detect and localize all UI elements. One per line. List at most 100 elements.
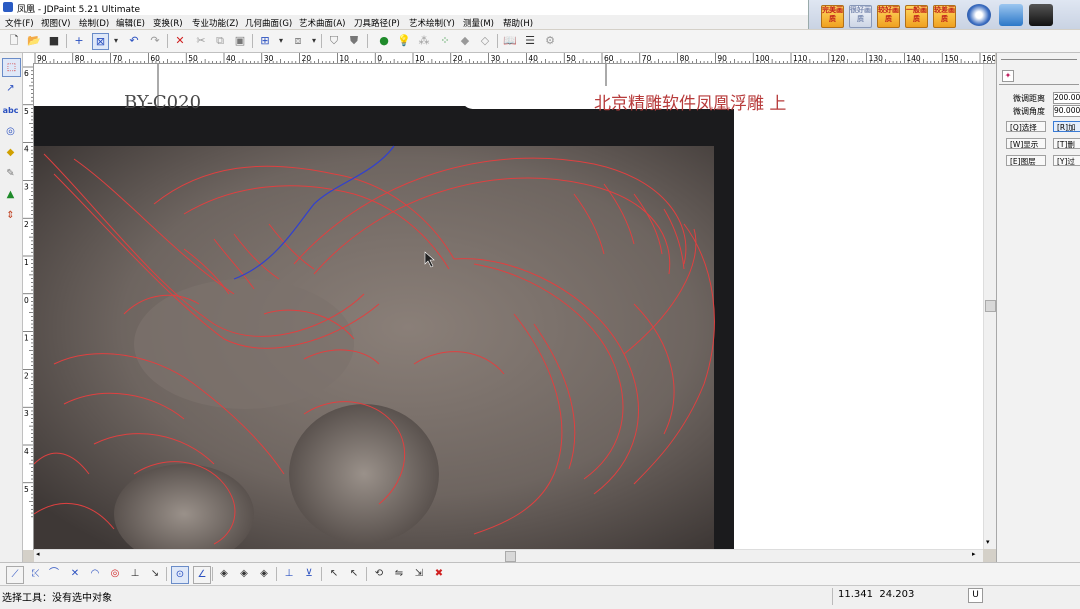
snap-angle-icon[interactable]: ∠ bbox=[193, 566, 211, 584]
ruler-label: 2 bbox=[24, 371, 29, 380]
scroll-down-icon[interactable]: ▾ bbox=[986, 538, 990, 546]
lightbulb-icon[interactable]: 💡 bbox=[396, 33, 412, 49]
fillet-tool-icon[interactable]: ⌒ bbox=[46, 566, 62, 582]
perpendicular-tool-icon[interactable]: ⊥ bbox=[127, 566, 143, 582]
scroll-right-icon[interactable]: ▸ bbox=[972, 550, 976, 558]
ruler-label: 30 bbox=[264, 54, 274, 63]
status-mode-indicator[interactable]: U bbox=[968, 588, 983, 603]
ruler-tool-icon[interactable]: ◆ bbox=[2, 144, 19, 161]
select-icon[interactable]: ⬚ bbox=[2, 58, 21, 77]
ruler-label: 30 bbox=[491, 54, 501, 63]
pointer-cross-icon[interactable]: ↖ bbox=[326, 566, 342, 582]
vertical-scroll-thumb[interactable] bbox=[985, 300, 996, 312]
transform-tool-icon[interactable]: ◎ bbox=[2, 123, 19, 140]
line-tool-icon[interactable]: ⟋ bbox=[6, 566, 24, 584]
mirror-icon[interactable]: ⇋ bbox=[391, 566, 407, 582]
grid-icon[interactable]: ⊞ bbox=[257, 33, 273, 49]
show-key-button[interactable]: [W]显示 bbox=[1006, 138, 1046, 149]
circle-tool-icon[interactable]: ◎ bbox=[107, 566, 123, 582]
display-icon[interactable] bbox=[1029, 4, 1053, 26]
select-key-button[interactable]: [Q]选择 bbox=[1006, 121, 1046, 132]
panel-tab-icon[interactable]: ✦ bbox=[1002, 70, 1014, 82]
node-edit-tool-icon[interactable]: ↗ bbox=[2, 80, 19, 97]
menu-help[interactable]: 帮助(H) bbox=[503, 17, 533, 29]
book-icon[interactable]: 📖 bbox=[502, 33, 518, 49]
menu-pro[interactable]: 专业功能(Z) bbox=[192, 17, 238, 29]
menu-measure[interactable]: 测量(M) bbox=[463, 17, 494, 29]
drawing-canvas[interactable]: BY-C020 北京精雕软件凤凰浮雕 上 bbox=[34, 64, 983, 549]
quality-perfect-button[interactable]: 完美画质 bbox=[821, 5, 844, 28]
multi-node-icon[interactable]: ⁂ bbox=[416, 33, 432, 49]
horizontal-scrollbar[interactable]: ◂ ▸ bbox=[34, 549, 983, 562]
node-diamond-icon[interactable]: ◈ bbox=[256, 566, 272, 582]
align-icon[interactable]: ⊻ bbox=[301, 566, 317, 582]
menu-art-draw[interactable]: 艺术绘制(Y) bbox=[409, 17, 455, 29]
ruler-label: 20 bbox=[302, 54, 312, 63]
filter-key-button[interactable]: [Y]过 bbox=[1053, 155, 1080, 166]
quality-poor-button[interactable]: 较差画质 bbox=[933, 5, 956, 28]
nudge-angle-field[interactable]: 90.000 bbox=[1053, 105, 1080, 117]
delete-key-button[interactable]: [T]删 bbox=[1053, 138, 1080, 149]
text-tool-icon[interactable]: abc bbox=[2, 102, 19, 119]
pointer-cross-icon[interactable]: ↖ bbox=[346, 566, 362, 582]
chevron-down-icon[interactable]: ▾ bbox=[108, 33, 124, 49]
menu-transform[interactable]: 变换(R) bbox=[153, 17, 183, 29]
snap-point-icon[interactable]: ⊙ bbox=[171, 566, 189, 584]
layer-icon[interactable]: ⧈ bbox=[290, 33, 306, 49]
redo-icon[interactable]: ↷ bbox=[147, 33, 163, 49]
measure-tool-icon[interactable]: ⇕ bbox=[2, 207, 19, 224]
vertical-scrollbar[interactable]: ▾ bbox=[983, 64, 996, 549]
green-node-icon[interactable]: ● bbox=[376, 33, 392, 49]
align-icon[interactable]: ⊥ bbox=[281, 566, 297, 582]
window-select-icon[interactable]: ⊠ bbox=[92, 33, 109, 50]
save-icon[interactable]: ■ bbox=[46, 33, 62, 49]
menu-toolpath[interactable]: 刀具路径(P) bbox=[354, 17, 400, 29]
undo-icon[interactable]: ↶ bbox=[126, 33, 142, 49]
add-key-button[interactable]: [R]加 bbox=[1053, 121, 1080, 132]
open-file-icon[interactable]: 📂 bbox=[26, 33, 42, 49]
disc-icon[interactable] bbox=[967, 4, 991, 26]
copy-icon[interactable]: ⧉ bbox=[212, 33, 228, 49]
scale-icon[interactable]: ⇲ bbox=[411, 566, 427, 582]
quality-good-button[interactable]: 较好画质 bbox=[877, 5, 900, 28]
scroll-left-icon[interactable]: ◂ bbox=[36, 550, 40, 558]
arc-tool-icon[interactable]: ◠ bbox=[87, 566, 103, 582]
cut-icon[interactable]: ✂ bbox=[193, 33, 209, 49]
menu-view[interactable]: 视图(V) bbox=[41, 17, 70, 29]
close-icon[interactable]: ✖ bbox=[431, 566, 447, 582]
menu-draw[interactable]: 绘制(D) bbox=[79, 17, 109, 29]
list-icon[interactable]: ☰ bbox=[522, 33, 538, 49]
toolbar-separator bbox=[321, 567, 322, 581]
quality-normal-button[interactable]: 一般画质 bbox=[905, 5, 928, 28]
ruler-label: 120 bbox=[831, 54, 846, 63]
pen-tool-icon[interactable]: ✎ bbox=[2, 165, 19, 182]
trim-tool-icon[interactable]: ⤪ bbox=[28, 566, 44, 582]
extend-tool-icon[interactable]: ↘ bbox=[147, 566, 163, 582]
node-delete-icon[interactable]: ◇ bbox=[477, 33, 493, 49]
menu-file[interactable]: 文件(F) bbox=[5, 17, 34, 29]
delete-icon[interactable]: ✕ bbox=[172, 33, 188, 49]
nudge-distance-field[interactable]: 200.000 bbox=[1053, 92, 1080, 104]
chevron-down-icon[interactable]: ▾ bbox=[273, 33, 289, 49]
node-diamond-icon[interactable]: ◈ bbox=[236, 566, 252, 582]
menu-geometry-surface[interactable]: 几何曲面(G) bbox=[245, 17, 292, 29]
node-edit-icon[interactable]: ◆ bbox=[457, 33, 473, 49]
new-file-icon[interactable]: 🗋 bbox=[6, 33, 22, 49]
rotate-icon[interactable]: ⟲ bbox=[371, 566, 387, 582]
menu-art-surface[interactable]: 艺术曲面(A) bbox=[299, 17, 345, 29]
node-group-icon[interactable]: ⁘ bbox=[437, 33, 453, 49]
layer-key-button[interactable]: [E]图层 bbox=[1006, 155, 1046, 166]
settings-icon[interactable]: ⚙ bbox=[542, 33, 558, 49]
node-diamond-icon[interactable]: ◈ bbox=[216, 566, 232, 582]
monitor-icon[interactable] bbox=[999, 4, 1023, 26]
menu-edit[interactable]: 编辑(E) bbox=[116, 17, 145, 29]
paste-icon[interactable]: ▣ bbox=[232, 33, 248, 49]
paint-tool-icon[interactable]: ▲ bbox=[2, 186, 19, 203]
quality-very-good-button[interactable]: 很好画质 bbox=[849, 5, 872, 28]
horizontal-scroll-thumb[interactable] bbox=[505, 551, 516, 562]
crosshair-icon[interactable]: + bbox=[71, 33, 87, 49]
shield-outline-icon[interactable]: ⛉ bbox=[326, 33, 342, 49]
cross-tool-icon[interactable]: ✕ bbox=[67, 566, 83, 582]
shield-filled-icon[interactable]: ⛊ bbox=[346, 33, 362, 49]
chevron-down-icon[interactable]: ▾ bbox=[306, 33, 322, 49]
